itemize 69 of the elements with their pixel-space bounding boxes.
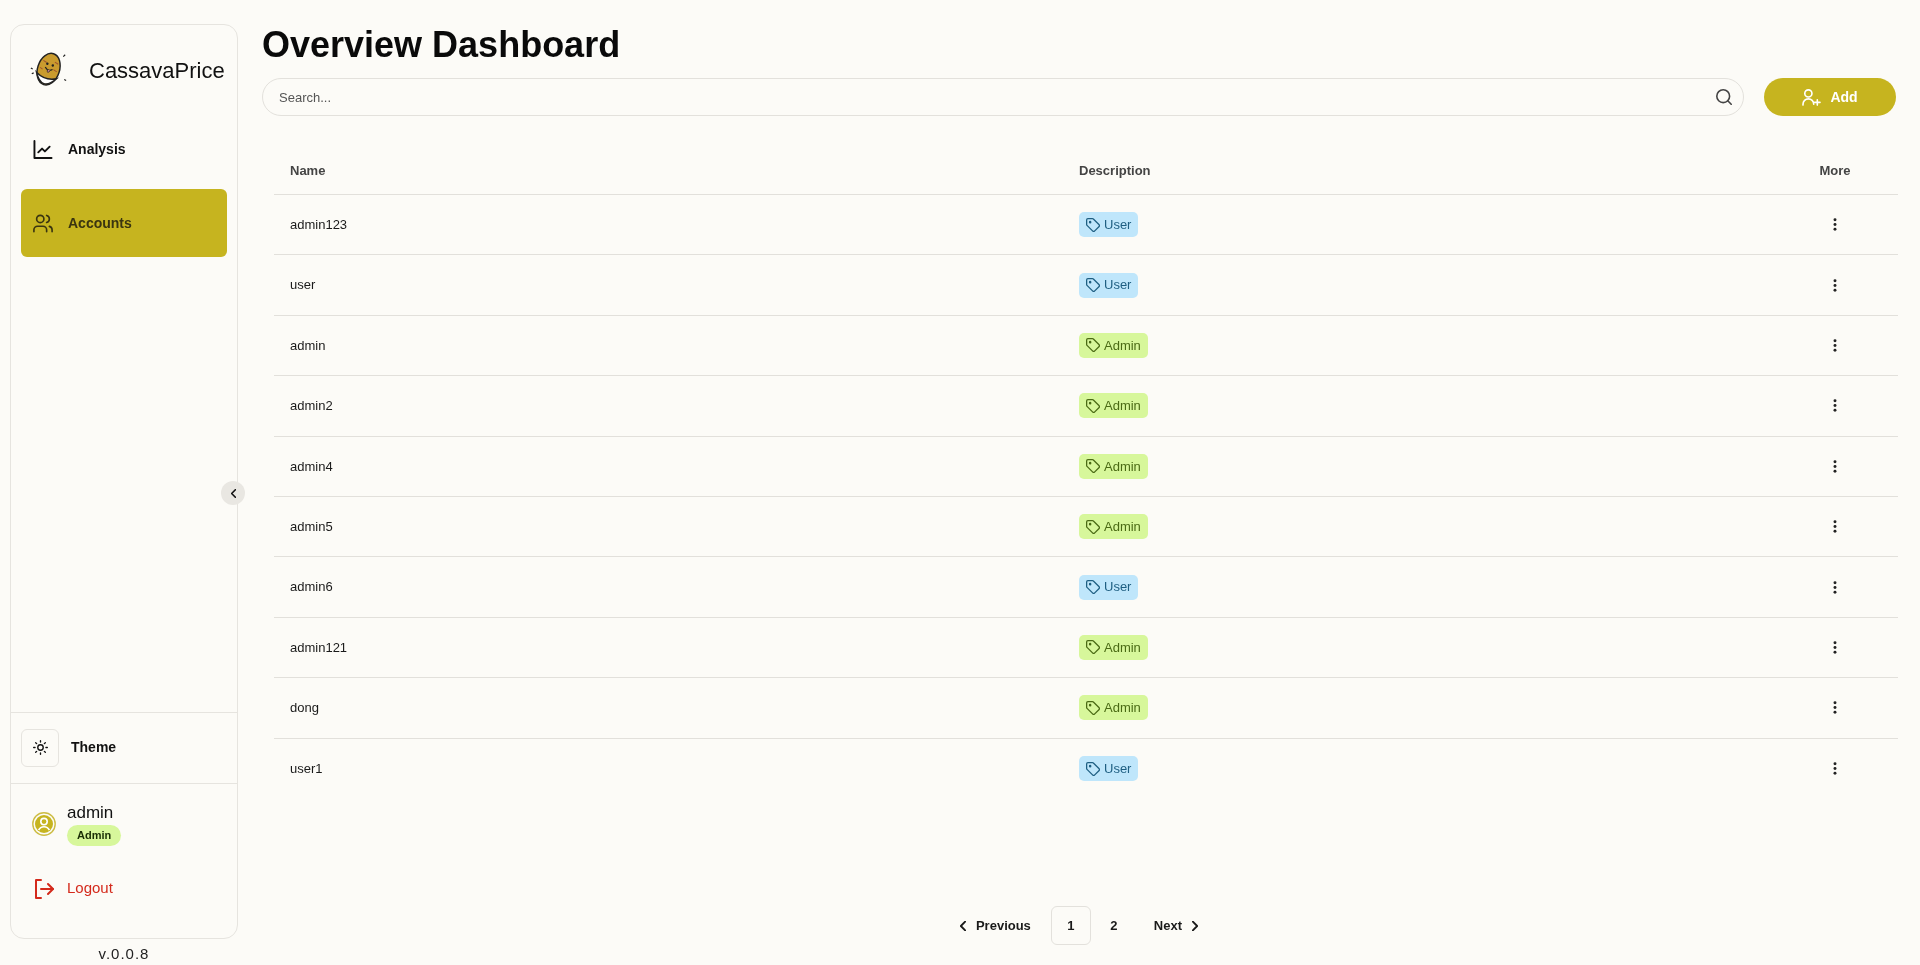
role-text: User <box>1104 759 1132 778</box>
theme-toggle-button[interactable] <box>21 728 59 767</box>
more-icon[interactable] <box>1833 640 1837 654</box>
role-badge: Admin <box>67 824 122 846</box>
tag-icon <box>1086 217 1100 232</box>
tag-icon <box>1086 640 1100 655</box>
nav-item[interactable]: Accounts <box>21 189 227 257</box>
more-icon[interactable] <box>1833 701 1837 715</box>
chevron-right-icon <box>1192 920 1199 931</box>
account-name: admin <box>290 336 326 355</box>
more-icon[interactable] <box>1833 762 1837 776</box>
account-name: admin5 <box>290 517 333 536</box>
role-text: Admin <box>1104 638 1141 657</box>
theme-label: Theme <box>71 738 117 757</box>
account-name: dong <box>290 699 319 718</box>
chevron-left-icon <box>230 488 236 498</box>
account-name: user1 <box>290 759 323 778</box>
more-icon[interactable] <box>1833 218 1837 232</box>
role-text: User <box>1104 276 1132 295</box>
chevron-left-icon <box>959 920 966 931</box>
user-avatar-icon <box>32 812 56 836</box>
more-icon[interactable] <box>1833 459 1837 473</box>
page-title: Overview Dashboard <box>262 27 621 63</box>
logout-icon <box>34 878 54 899</box>
tag-icon <box>1086 580 1100 595</box>
more-icon[interactable] <box>1833 399 1837 413</box>
role-text: Admin <box>1104 336 1141 355</box>
tag-icon <box>1086 519 1100 534</box>
logout-button[interactable]: Logout <box>34 876 113 901</box>
role-text: Admin <box>1104 457 1141 476</box>
brand-name: CassavaPrice <box>89 56 225 85</box>
user-plus-icon <box>1802 88 1822 106</box>
role-text: User <box>1104 578 1132 597</box>
more-icon[interactable] <box>1833 520 1837 534</box>
user-name: admin <box>67 802 114 823</box>
tag-icon <box>1086 459 1100 474</box>
page-button[interactable]: 2 <box>1093 906 1134 945</box>
account-name: admin121 <box>290 638 348 657</box>
role-text: Admin <box>1104 397 1141 416</box>
tag-icon <box>1086 700 1100 715</box>
sun-icon <box>32 740 48 755</box>
tag-icon <box>1086 338 1100 353</box>
previous-button[interactable]: Previous <box>959 915 1031 936</box>
account-name: admin123 <box>290 215 348 234</box>
column-header: Name <box>290 161 326 180</box>
collapse-button[interactable] <box>221 481 245 505</box>
column-header: More <box>1819 161 1851 180</box>
more-icon[interactable] <box>1833 338 1837 352</box>
users-icon <box>33 213 53 233</box>
account-name: admin2 <box>290 397 333 416</box>
column-header: Description <box>1079 161 1151 180</box>
more-icon[interactable] <box>1833 278 1837 292</box>
more-icon[interactable] <box>1833 580 1837 594</box>
line-chart-icon <box>33 139 53 159</box>
tag-icon <box>1086 278 1100 293</box>
next-button[interactable]: Next <box>1153 915 1199 936</box>
page-button[interactable]: 1 <box>1050 906 1091 945</box>
search-icon <box>1716 89 1732 105</box>
account-name: admin4 <box>290 457 333 476</box>
tag-icon <box>1086 398 1100 413</box>
role-text: User <box>1104 215 1132 234</box>
nav-item[interactable]: Analysis <box>21 115 227 183</box>
search-field[interactable]: Search... <box>262 78 1744 116</box>
role-text: Admin <box>1104 517 1141 536</box>
version-label: v.0.0.8 <box>97 943 151 964</box>
account-name: admin6 <box>290 578 333 597</box>
role-text: Admin <box>1104 699 1141 718</box>
tag-icon <box>1086 761 1100 776</box>
account-name: user <box>290 276 316 295</box>
